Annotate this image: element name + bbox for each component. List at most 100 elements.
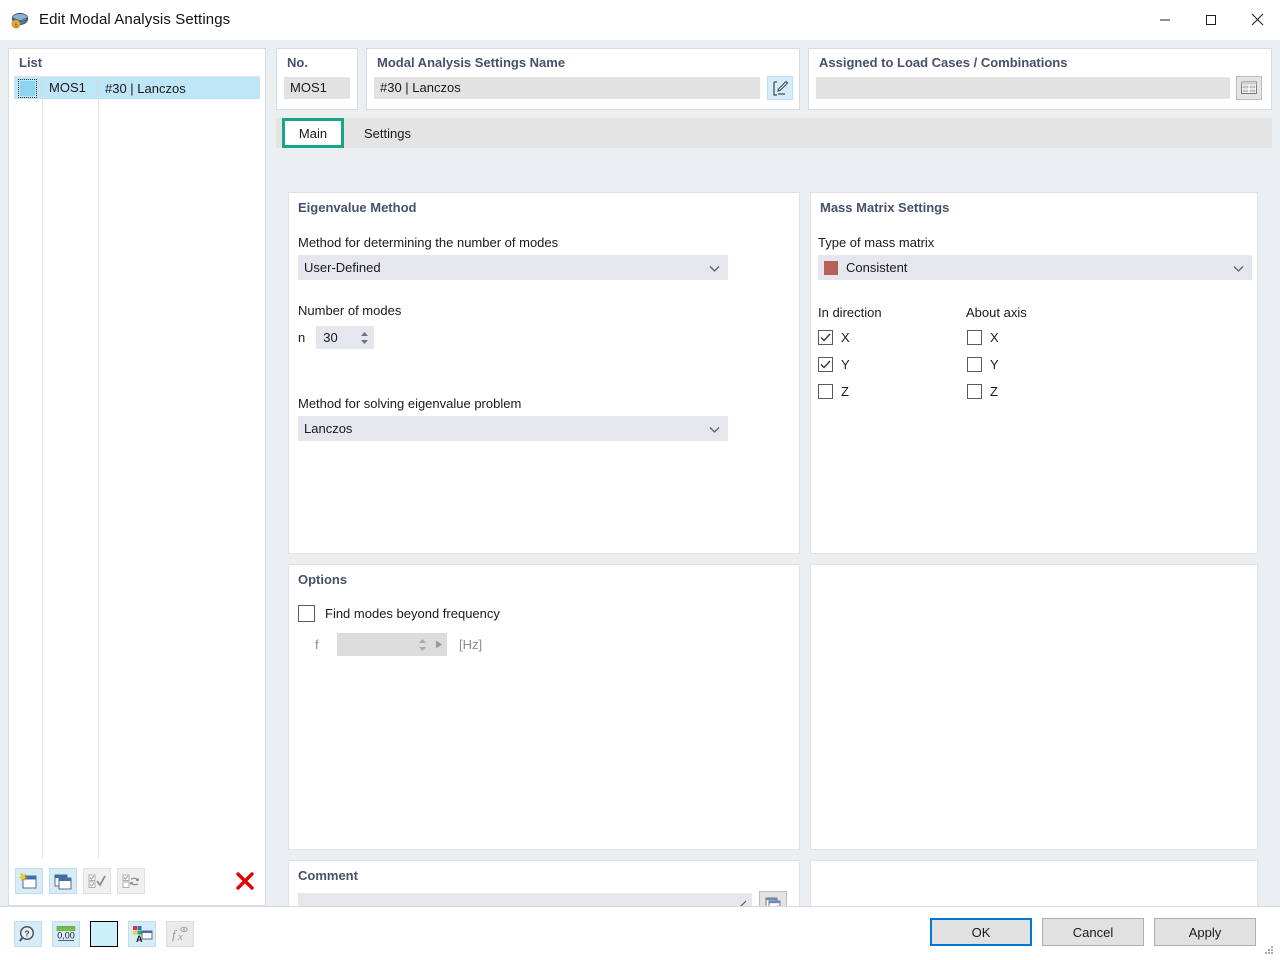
- method-modes-combo[interactable]: User-Defined: [298, 255, 728, 280]
- mass-matrix-group-title: Mass Matrix Settings: [811, 193, 1257, 215]
- color-swatch-icon: [91, 922, 117, 946]
- invert-selection-button: [117, 868, 145, 894]
- comment-group-title: Comment: [289, 861, 799, 883]
- find-modes-label: Find modes beyond frequency: [325, 606, 500, 621]
- name-panel: Modal Analysis Settings Name #30 | Lancz…: [366, 48, 800, 110]
- find-modes-row[interactable]: Find modes beyond frequency: [298, 605, 500, 622]
- about-axis-y-checkbox[interactable]: [967, 357, 982, 372]
- about-axis-x-checkbox[interactable]: [967, 330, 982, 345]
- number-of-modes-row: n 30: [298, 326, 374, 349]
- no-value[interactable]: MOS1: [284, 77, 350, 99]
- method-solve-combo[interactable]: Lanczos: [298, 416, 728, 441]
- stepper-arrows-icon: [418, 638, 427, 651]
- tab-main[interactable]: Main: [282, 118, 344, 148]
- list-caption: List: [9, 49, 265, 74]
- minimize-button[interactable]: [1142, 0, 1188, 40]
- name-value-input[interactable]: #30 | Lanczos: [374, 77, 760, 99]
- in-direction-x-row[interactable]: X: [818, 330, 850, 345]
- list-item[interactable]: MOS1 #30 | Lanczos: [14, 77, 260, 99]
- maximize-button[interactable]: [1188, 0, 1234, 40]
- units-button[interactable]: 0,00: [52, 921, 80, 947]
- about-axis-x-label: X: [990, 330, 999, 345]
- bottom-bar: ? 0,00 A: [0, 906, 1280, 960]
- in-direction-z-row[interactable]: Z: [818, 384, 849, 399]
- number-of-modes-stepper[interactable]: 30: [316, 326, 374, 349]
- about-axis-z-label: Z: [990, 384, 998, 399]
- name-caption: Modal Analysis Settings Name: [367, 49, 799, 74]
- assigned-caption: Assigned to Load Cases / Combinations: [809, 49, 1271, 74]
- mass-type-color-swatch: [824, 261, 838, 275]
- number-of-modes-value: 30: [323, 330, 337, 345]
- frequency-play-icon: [435, 637, 443, 652]
- svg-text:?: ?: [24, 928, 29, 938]
- number-of-modes-label: Number of modes: [298, 303, 401, 318]
- frequency-row: f [Hz]: [315, 633, 482, 656]
- options-group-title: Options: [289, 565, 799, 587]
- assigned-panel: Assigned to Load Cases / Combinations: [808, 48, 1272, 110]
- no-panel: No. MOS1: [276, 48, 358, 110]
- window-body: List MOS1 #30 | Lanczos: [0, 40, 1280, 960]
- dialog-buttons: OK Cancel Apply: [930, 918, 1256, 946]
- method-modes-label: Method for determining the number of mod…: [298, 235, 558, 250]
- about-axis-x-row[interactable]: X: [967, 330, 999, 345]
- apply-button[interactable]: Apply: [1154, 918, 1256, 946]
- no-caption: No.: [277, 49, 357, 74]
- mass-type-combo[interactable]: Consistent: [818, 255, 1252, 280]
- frequency-unit-label: [Hz]: [459, 637, 482, 652]
- about-axis-z-row[interactable]: Z: [967, 384, 998, 399]
- cancel-button[interactable]: Cancel: [1042, 918, 1144, 946]
- row-checkbox[interactable]: [14, 77, 42, 99]
- row-id: MOS1: [42, 77, 98, 99]
- about-axis-z-checkbox[interactable]: [967, 384, 982, 399]
- copy-button[interactable]: [49, 868, 77, 894]
- method-solve-value: Lanczos: [304, 421, 352, 436]
- row-description: #30 | Lanczos: [98, 81, 186, 96]
- options-panel: Options Find modes beyond frequency f [H…: [288, 564, 800, 850]
- eigenvalue-method-panel: Eigenvalue Method Method for determining…: [288, 192, 800, 554]
- name-edit-button[interactable]: [767, 76, 793, 100]
- tab-settings[interactable]: Settings: [352, 118, 423, 148]
- mass-type-value: Consistent: [846, 260, 907, 275]
- list-grid[interactable]: MOS1 #30 | Lanczos: [14, 76, 260, 859]
- about-axis-y-label: Y: [990, 357, 999, 372]
- units-ruler-icon: 0,00: [55, 925, 77, 944]
- ok-button[interactable]: OK: [930, 918, 1032, 946]
- tab-bar: Main Settings: [276, 118, 1272, 148]
- delete-button[interactable]: [231, 868, 259, 894]
- info-button[interactable]: ?: [14, 921, 42, 947]
- mass-type-label: Type of mass matrix: [818, 235, 934, 250]
- app-icon: 6: [10, 10, 30, 30]
- color-button[interactable]: [90, 921, 118, 947]
- resize-grip-icon[interactable]: [1263, 944, 1275, 956]
- new-button[interactable]: [15, 868, 43, 894]
- title-bar: 6 Edit Modal Analysis Settings: [0, 0, 1280, 40]
- list-toolbar: [15, 863, 259, 899]
- chevron-down-icon: [709, 260, 720, 275]
- method-solve-label: Method for solving eigenvalue problem: [298, 396, 521, 411]
- in-direction-x-checkbox[interactable]: [818, 330, 833, 345]
- stepper-arrows-icon[interactable]: [360, 331, 369, 344]
- table-select-icon: [1240, 80, 1258, 96]
- n-symbol-label: n: [298, 330, 305, 345]
- in-direction-y-checkbox[interactable]: [818, 357, 833, 372]
- window-title: Edit Modal Analysis Settings: [39, 11, 230, 28]
- pencil-edit-icon: [772, 80, 789, 97]
- bottom-toolbar: ? 0,00 A: [14, 921, 194, 947]
- assigned-select-button[interactable]: [1236, 76, 1262, 100]
- in-direction-x-label: X: [841, 330, 850, 345]
- in-direction-y-row[interactable]: Y: [818, 357, 850, 372]
- display-properties-button[interactable]: A: [128, 921, 156, 947]
- list-column-lines: [14, 99, 260, 859]
- eigenvalue-group-title: Eigenvalue Method: [289, 193, 799, 215]
- formula-button[interactable]: f x: [166, 921, 194, 947]
- select-all-button: [83, 868, 111, 894]
- find-modes-checkbox[interactable]: [298, 605, 315, 622]
- about-axis-y-row[interactable]: Y: [967, 357, 999, 372]
- assigned-value-input[interactable]: [816, 77, 1230, 99]
- mass-matrix-panel: Mass Matrix Settings Type of mass matrix…: [810, 192, 1258, 554]
- close-button[interactable]: [1234, 0, 1280, 40]
- in-direction-z-checkbox[interactable]: [818, 384, 833, 399]
- formula-fx-icon: f x: [169, 925, 191, 943]
- ok-button-label: OK: [972, 925, 991, 940]
- frequency-stepper: [337, 633, 447, 656]
